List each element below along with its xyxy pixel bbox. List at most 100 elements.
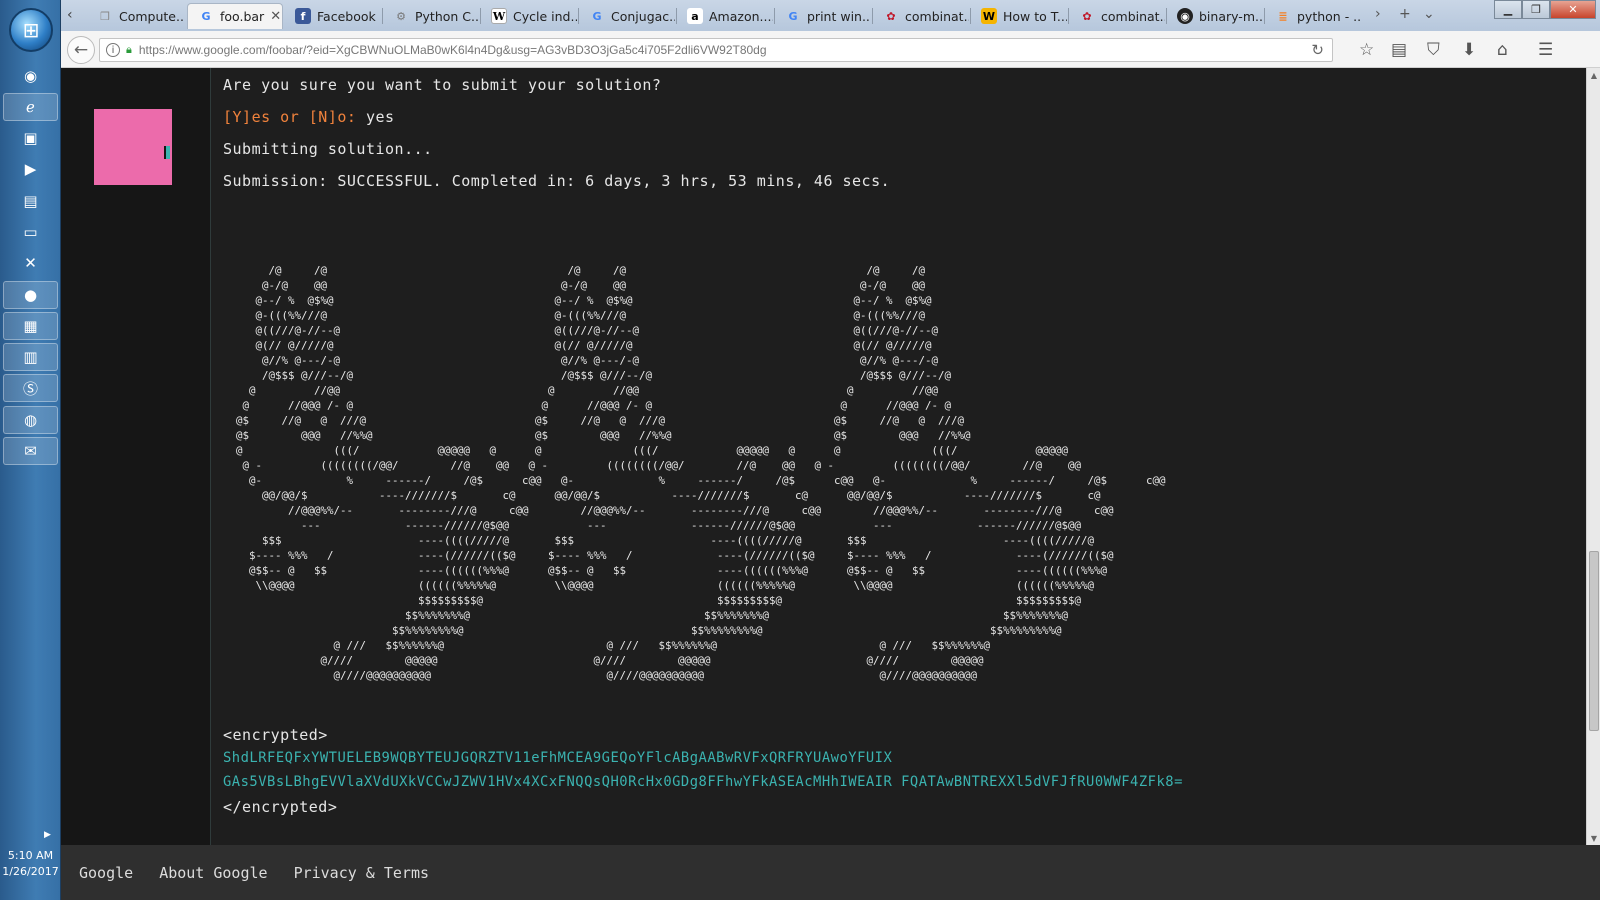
- minimize-icon[interactable]: ▁: [1494, 0, 1522, 19]
- wikipedia-icon: W: [491, 8, 507, 24]
- taskbar-app-monitor-icon[interactable]: ▭: [3, 218, 58, 246]
- lock-icon[interactable]: 🔒︎: [126, 43, 132, 57]
- amazon-icon: a: [687, 8, 703, 24]
- navigation-toolbar: ← i 🔒︎ https://www.google.com/foobar/?ei…: [61, 31, 1600, 68]
- scroll-up-icon[interactable]: ▲: [1587, 68, 1600, 82]
- tab-combinat-1[interactable]: ✿ combinat...: [873, 3, 969, 29]
- footer-link-about[interactable]: About Google: [159, 864, 267, 882]
- tab-list-icon[interactable]: ⌄: [1423, 6, 1435, 22]
- tab-label: combinat...: [1101, 8, 1165, 24]
- submission-result: Submission: SUCCESSFUL. Completed in: 6 …: [223, 172, 891, 190]
- pocket-icon[interactable]: ⛉: [1427, 40, 1440, 60]
- url-bar[interactable]: i 🔒︎ https://www.google.com/foobar/?eid=…: [99, 38, 1333, 62]
- reading-list-icon[interactable]: ▤: [1391, 40, 1407, 60]
- bookmark-star-icon[interactable]: ☆: [1359, 40, 1374, 60]
- home-icon[interactable]: ⌂: [1497, 40, 1508, 60]
- taskbar-expand-icon[interactable]: ▶: [44, 830, 51, 840]
- download-icon[interactable]: ⬇: [1462, 40, 1476, 60]
- tab-label: binary-m...: [1199, 8, 1263, 24]
- back-button[interactable]: ←: [67, 36, 95, 64]
- foobar-terminal[interactable]: Are you sure you want to submit your sol…: [211, 68, 1586, 845]
- tab-label: foo.bar: [220, 9, 265, 24]
- terminal-cursor: [164, 146, 170, 159]
- tab-binary[interactable]: ◉ binary-m...: [1167, 3, 1263, 29]
- tab-label: Conjugac...: [611, 8, 675, 24]
- vertical-scrollbar[interactable]: ▲ ▼: [1586, 68, 1600, 845]
- taskbar-app-ie-icon[interactable]: ℯ: [3, 93, 58, 121]
- footer-link-privacy[interactable]: Privacy & Terms: [294, 864, 429, 882]
- close-tab-icon[interactable]: ✕: [270, 9, 281, 24]
- encrypted-line-1: ShdLRFEQFxYWTUELEB9WQBYTEUJGQRZTV11eFhMC…: [223, 750, 893, 766]
- google-icon: G: [592, 9, 602, 23]
- tab-label: Amazon....: [709, 8, 773, 24]
- taskbar-app-calendar-icon[interactable]: ▥: [3, 343, 58, 371]
- browser-window: ‹ ❒ Compute... G foo.bar ✕ f Facebook ⚙ …: [61, 0, 1600, 900]
- tab-print-win[interactable]: G print win...: [775, 3, 871, 29]
- tab-cycle-index[interactable]: W Cycle ind...: [481, 3, 577, 29]
- stack-icon: ≣: [1278, 9, 1288, 23]
- github-icon: ◉: [1177, 8, 1193, 24]
- tab-label: How to T...: [1003, 8, 1067, 24]
- combinatorics-icon: ✿: [1082, 9, 1092, 23]
- taskbar-app-explorer-icon[interactable]: ▦: [3, 312, 58, 340]
- reload-icon[interactable]: ↻: [1311, 41, 1324, 59]
- info-icon[interactable]: i: [106, 43, 120, 57]
- submitting-status: Submitting solution...: [223, 140, 433, 158]
- window-controls: ▁ ❐ ✕: [1494, 0, 1596, 20]
- yes-no-line: [Y]es or [N]o: yes: [223, 108, 395, 126]
- tab-facebook[interactable]: f Facebook: [285, 3, 381, 29]
- tab-amazon[interactable]: a Amazon....: [677, 3, 773, 29]
- user-answer: yes: [365, 108, 395, 126]
- yes-no-prompt: [Y]es or [N]o:: [223, 108, 357, 126]
- combinatorics-icon: ✿: [886, 9, 896, 23]
- tab-python-so[interactable]: ≣ python - ...: [1265, 3, 1361, 29]
- tab-scroll-left-icon[interactable]: ‹: [67, 7, 73, 23]
- google-icon: G: [201, 10, 211, 23]
- tab-label: print win...: [807, 8, 871, 24]
- ascii-art-bunnies: /@ /@ /@ /@ /@ /@ @-/@ @@ @-/@ @@ @-/@ @…: [236, 264, 1166, 682]
- taskbar-app-media-icon[interactable]: ▶: [3, 155, 58, 183]
- encrypted-close-tag: </encrypted>: [223, 798, 338, 816]
- new-tab-icon[interactable]: +: [1399, 6, 1411, 22]
- tab-strip: ‹ ❒ Compute... G foo.bar ✕ f Facebook ⚙ …: [61, 0, 1600, 31]
- taskbar-app-firefox-icon[interactable]: ●: [3, 281, 58, 309]
- close-window-icon[interactable]: ✕: [1550, 0, 1596, 19]
- system-clock[interactable]: 5:10 AM 1/26/2017: [0, 848, 61, 880]
- tab-how-to[interactable]: W How to T...: [971, 3, 1067, 29]
- taskbar-app-outlook-icon[interactable]: ✉: [3, 437, 58, 465]
- tab-combinat-2[interactable]: ✿ combinat...: [1069, 3, 1165, 29]
- taskbar-app-nx-icon[interactable]: ✕: [3, 249, 58, 277]
- tab-python[interactable]: ⚙ Python C...: [383, 3, 479, 29]
- encrypted-line-2: GAs5VBsLBhgEVVlaXVdUXkVCCwJZWV1HVx4XCxFN…: [223, 774, 1183, 790]
- scroll-thumb[interactable]: [1589, 551, 1599, 731]
- tab-label: Facebook: [317, 8, 376, 24]
- tab-compute[interactable]: ❒ Compute...: [87, 3, 185, 29]
- tab-conjugacy[interactable]: G Conjugac...: [579, 3, 675, 29]
- scroll-down-icon[interactable]: ▼: [1587, 831, 1600, 845]
- tab-scroll-right-icon[interactable]: ›: [1375, 6, 1381, 22]
- encrypted-open-tag: <encrypted>: [223, 726, 328, 744]
- clock-date: 1/26/2017: [2, 865, 59, 878]
- restore-icon[interactable]: ❐: [1522, 0, 1550, 19]
- page-content: Are you sure you want to submit your sol…: [61, 68, 1600, 900]
- clock-time: 5:10 AM: [7, 849, 54, 862]
- tab-label: python - ...: [1297, 8, 1361, 24]
- foobar-sidebar: [61, 68, 211, 845]
- url-text[interactable]: https://www.google.com/foobar/?eid=XgCBW…: [139, 43, 767, 57]
- taskbar-app-chrome-icon[interactable]: ◉: [3, 62, 58, 90]
- tab-label: Cycle ind...: [513, 8, 577, 24]
- confirm-prompt: Are you sure you want to submit your sol…: [223, 76, 662, 94]
- taskbar-app-chrome2-icon[interactable]: ◍: [3, 406, 58, 434]
- taskbar-app-generic-icon[interactable]: ▣: [3, 124, 58, 152]
- taskbar-app-folder-icon[interactable]: ▤: [3, 187, 58, 215]
- menu-icon[interactable]: ☰: [1538, 40, 1553, 60]
- page-footer: Google About Google Privacy & Terms: [61, 845, 1600, 900]
- footer-link-google[interactable]: Google: [79, 864, 133, 882]
- facebook-icon: f: [295, 8, 311, 24]
- tab-label: combinat...: [905, 8, 969, 24]
- tab-foobar[interactable]: G foo.bar ✕: [187, 3, 283, 29]
- tab-label: Compute...: [119, 8, 185, 24]
- start-button[interactable]: ⊞: [9, 8, 53, 52]
- google-icon: G: [788, 9, 798, 23]
- taskbar-app-skype-icon[interactable]: Ⓢ: [3, 374, 58, 402]
